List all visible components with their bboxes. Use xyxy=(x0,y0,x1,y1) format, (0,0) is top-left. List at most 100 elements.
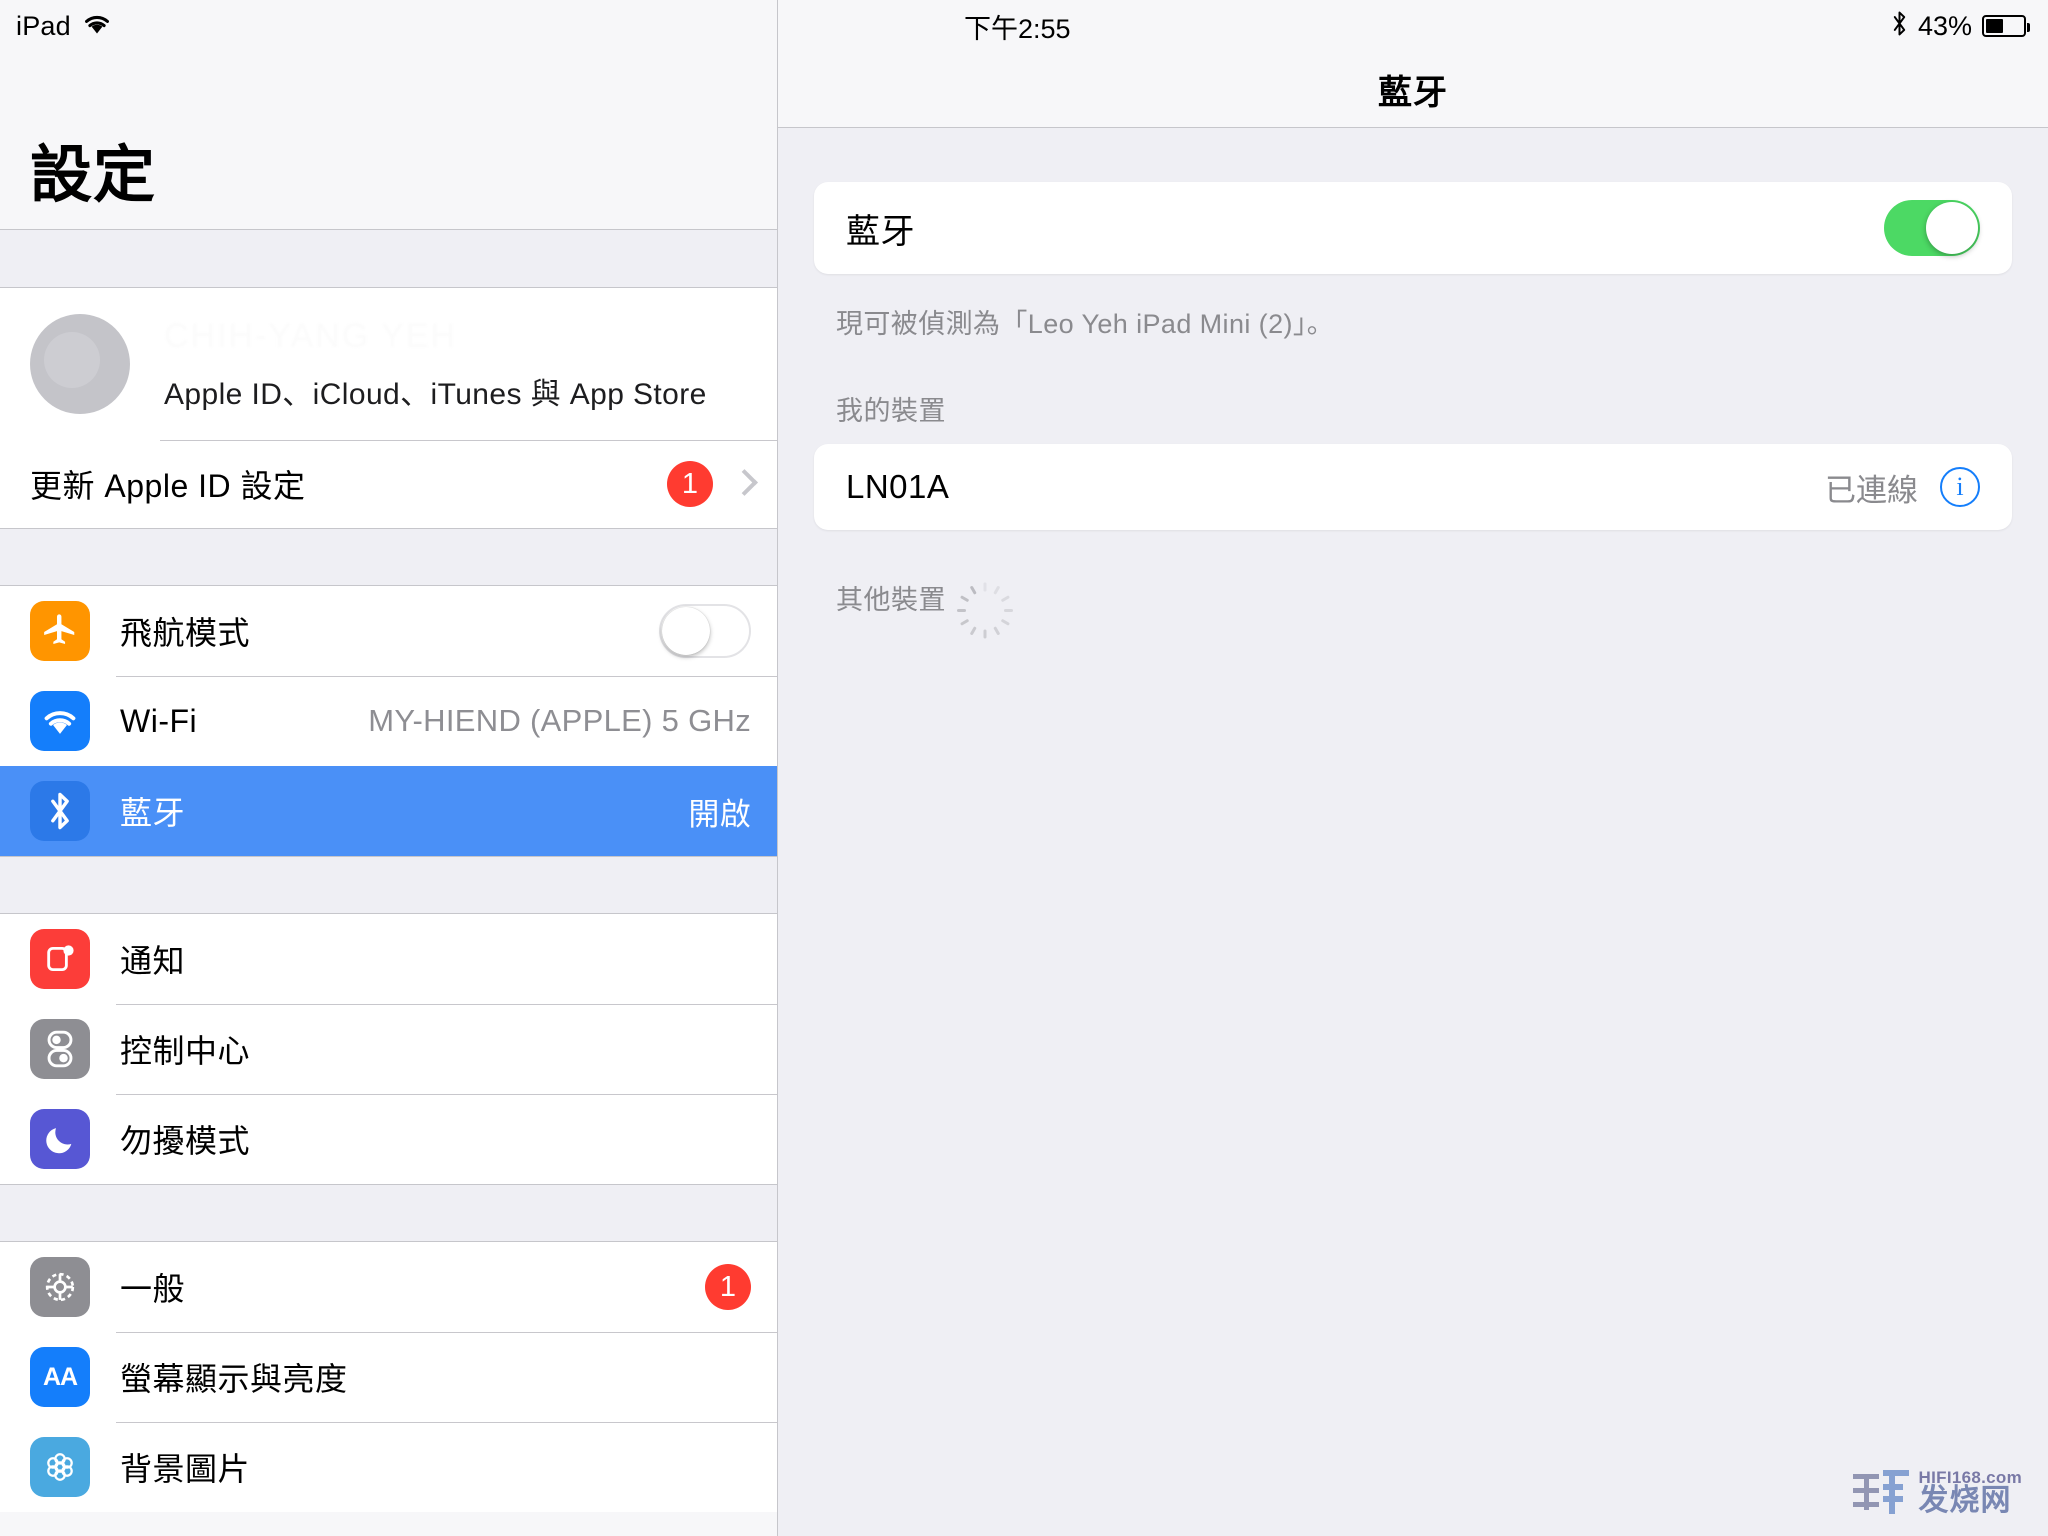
bluetooth-toggle-row[interactable]: 藍牙 xyxy=(814,182,2012,274)
settings-sidebar: iPad 設定 CHIH-YANG YEH Apple ID、iCloud、iT… xyxy=(0,0,778,1536)
sidebar-item-label: 背景圖片 xyxy=(120,1451,251,1487)
sidebar-item-label: 藍牙 xyxy=(120,795,186,831)
sidebar-gap-2 xyxy=(0,528,777,586)
sidebar-item-label: 更新 Apple ID 設定 xyxy=(30,468,306,504)
sidebar-item-display-brightness[interactable]: AA 螢幕顯示與亮度 xyxy=(0,1332,777,1422)
sidebar-group-system: 通知 控制中心 勿擾模式 xyxy=(0,914,777,1184)
sidebar-gap-4 xyxy=(0,1184,777,1242)
sidebar-item-label: 一般 xyxy=(120,1271,186,1307)
aa-glyph: AA xyxy=(42,1362,78,1391)
status-badge: 1 xyxy=(705,1264,751,1310)
sidebar-item-control-center[interactable]: 控制中心 xyxy=(0,1004,777,1094)
airplane-icon xyxy=(30,601,90,661)
status-badge: 1 xyxy=(667,461,713,507)
sidebar-item-value: MY-HIEND (APPLE) 5 GHz xyxy=(368,703,751,738)
sidebar-group-general: 一般 1 AA 螢幕顯示與亮度 背景圖片 xyxy=(0,1242,777,1512)
toggle-knob xyxy=(662,607,710,655)
watermark-domain: HIFI168.com xyxy=(1918,1467,2022,1487)
row-separator xyxy=(116,1094,777,1095)
device-label: iPad xyxy=(16,10,71,41)
bluetooth-icon xyxy=(1891,10,1908,42)
sidebar-item-bluetooth[interactable]: 藍牙 開啟 xyxy=(0,766,777,856)
do-not-disturb-icon xyxy=(30,1109,90,1169)
row-accessories: 開啟 xyxy=(688,789,777,834)
navigation-bar: 藍牙 xyxy=(778,52,2048,128)
sidebar-item-label: Wi-Fi xyxy=(120,702,198,739)
discoverable-note: 現可被偵測為「Leo Yeh iPad Mini (2)」。 xyxy=(836,309,1335,339)
sidebar-item-label: 控制中心 xyxy=(120,1033,251,1069)
sidebar-item-notifications[interactable]: 通知 xyxy=(0,914,777,1004)
sidebar-item-do-not-disturb[interactable]: 勿擾模式 xyxy=(0,1094,777,1184)
bluetooth-toggle[interactable] xyxy=(1884,200,1980,256)
ipad-settings-screen: iPad 設定 CHIH-YANG YEH Apple ID、iCloud、iT… xyxy=(0,0,2048,1536)
navbar-title: 藍牙 xyxy=(1378,74,1448,112)
status-clock: 下午2:55 xyxy=(964,13,1071,44)
toggle-knob xyxy=(1926,202,1978,254)
bluetooth-toggle-card: 藍牙 xyxy=(814,182,2012,274)
site-watermark: HIFI168.com 发烧网 xyxy=(1851,1466,2022,1518)
row-separator xyxy=(116,1422,777,1423)
sidebar-item-label: 飛航模式 xyxy=(120,615,251,651)
other-devices-header: 其他裝置 xyxy=(836,578,2012,638)
sidebar-group-connectivity: 飛航模式 Wi-Fi MY-HIEND (APPLE) 5 GHz 藍牙 開啟 xyxy=(0,586,777,856)
apple-id-group: CHIH-YANG YEH Apple ID、iCloud、iTunes 與 A… xyxy=(0,288,777,528)
sidebar-item-label: 通知 xyxy=(120,943,186,979)
sidebar-gap-3 xyxy=(0,856,777,914)
apple-id-row[interactable]: CHIH-YANG YEH Apple ID、iCloud、iTunes 與 A… xyxy=(0,288,777,440)
bluetooth-toggle-label: 藍牙 xyxy=(846,212,915,251)
apple-id-name: CHIH-YANG YEH xyxy=(164,317,458,355)
status-right-cluster: 43% xyxy=(1891,10,2030,42)
sidebar-item-general[interactable]: 一般 1 xyxy=(0,1242,777,1332)
control-center-icon xyxy=(30,1019,90,1079)
row-accessories: 1 xyxy=(705,1264,777,1310)
airplane-mode-toggle[interactable] xyxy=(659,604,751,658)
battery-icon xyxy=(1982,15,2030,37)
sidebar-item-label: 勿擾模式 xyxy=(120,1123,251,1159)
sidebar-item-label: 螢幕顯示與亮度 xyxy=(120,1361,348,1397)
apple-id-subtitle: Apple ID、iCloud、iTunes 與 App Store xyxy=(164,378,707,411)
apple-id-texts: CHIH-YANG YEH Apple ID、iCloud、iTunes 與 A… xyxy=(164,314,707,414)
device-status: 已連線 xyxy=(1825,472,1918,508)
page-title-container: 設定 xyxy=(0,52,777,229)
sidebar-item-update-apple-id[interactable]: 更新 Apple ID 設定 1 xyxy=(0,440,777,528)
my-devices-card: LN01A 已連線 i xyxy=(814,444,2012,530)
sidebar-item-wallpaper[interactable]: 背景圖片 xyxy=(0,1422,777,1512)
avatar xyxy=(30,314,130,414)
my-devices-header: 我的裝置 xyxy=(836,389,2012,428)
row-separator xyxy=(116,1004,777,1005)
device-row[interactable]: LN01A 已連線 i xyxy=(814,444,2012,530)
row-accessories: 1 xyxy=(667,461,777,507)
notifications-icon xyxy=(30,929,90,989)
watermark-text: HIFI168.com 发烧网 xyxy=(1919,1469,2022,1516)
row-accessories xyxy=(659,604,777,658)
wallpaper-icon xyxy=(30,1437,90,1497)
activity-spinner-icon xyxy=(957,581,1013,638)
display-brightness-icon: AA xyxy=(30,1347,90,1407)
sidebar-item-airplane-mode[interactable]: 飛航模式 xyxy=(0,586,777,676)
device-name: LN01A xyxy=(846,468,950,505)
bluetooth-detail-panel: 下午2:55 43% 藍牙 藍牙 現可被偵測為「Leo Yeh iPad Min… xyxy=(778,0,2048,1536)
wifi-icon xyxy=(83,13,111,39)
chevron-right-icon xyxy=(735,470,751,498)
sidebar-status-bar: iPad xyxy=(0,0,777,52)
battery-fill xyxy=(1986,19,2003,33)
battery-percent: 43% xyxy=(1917,10,1972,41)
sidebar-item-value: 開啟 xyxy=(688,796,751,832)
bluetooth-icon xyxy=(30,781,90,841)
main-content: 藍牙 現可被偵測為「Leo Yeh iPad Mini (2)」。 我的裝置 L… xyxy=(778,128,2048,638)
page-title: 設定 xyxy=(30,141,157,210)
row-separator xyxy=(116,676,777,677)
wifi-icon xyxy=(30,691,90,751)
other-devices-header-label: 其他裝置 xyxy=(836,585,946,615)
watermark-logo-icon xyxy=(1852,1470,1909,1514)
watermark-name: 发烧网 xyxy=(1918,1483,2012,1517)
row-separator xyxy=(116,1332,777,1333)
row-separator xyxy=(160,440,777,441)
main-status-bar: 下午2:55 43% xyxy=(778,0,2048,52)
sidebar-item-wifi[interactable]: Wi-Fi MY-HIEND (APPLE) 5 GHz xyxy=(0,676,777,766)
my-devices-header-label: 我的裝置 xyxy=(836,396,946,426)
sidebar-gap-1 xyxy=(0,229,777,288)
row-accessories: MY-HIEND (APPLE) 5 GHz xyxy=(368,703,777,739)
gear-icon xyxy=(30,1257,90,1317)
info-icon[interactable]: i xyxy=(1940,467,1980,507)
